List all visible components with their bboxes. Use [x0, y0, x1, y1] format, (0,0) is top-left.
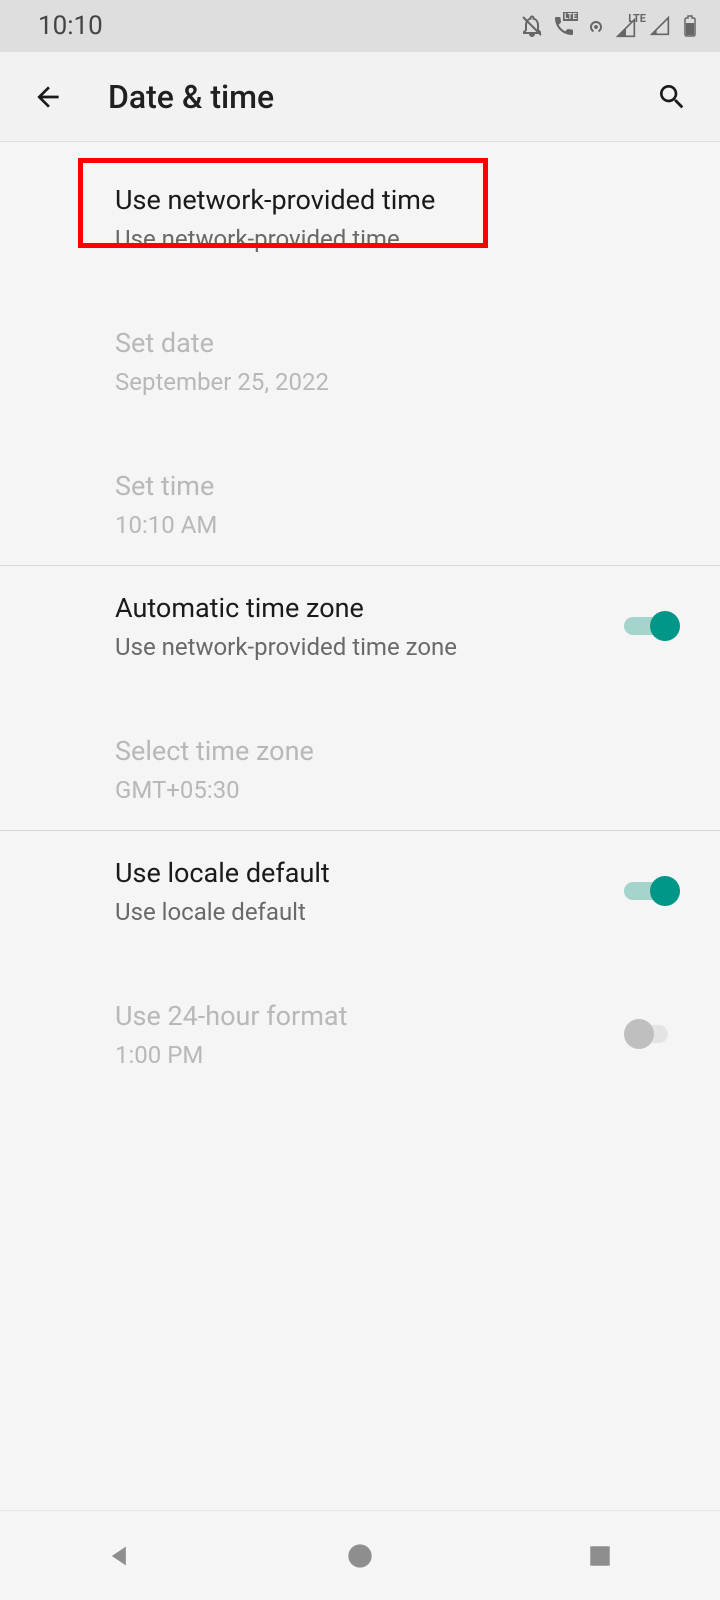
app-bar: Date & time: [0, 52, 720, 142]
toggle-auto-timezone[interactable]: [624, 610, 680, 642]
setting-select-timezone: Select time zone GMT+05:30: [0, 709, 720, 830]
setting-set-date: Set date September 25, 2022: [0, 301, 720, 422]
toggle-24hour: [624, 1018, 680, 1050]
setting-title: Automatic time zone: [115, 590, 624, 628]
setting-sub: September 25, 2022: [115, 367, 720, 398]
toggle-locale-default[interactable]: [624, 875, 680, 907]
search-button[interactable]: [652, 77, 692, 117]
dnd-off-icon: [520, 14, 544, 38]
hotspot-icon: [584, 14, 608, 38]
setting-title: Select time zone: [115, 733, 720, 771]
setting-sub: Use network-provided time: [115, 224, 720, 255]
phone-lte-icon: LTE: [552, 14, 576, 38]
signal-2-icon: [650, 16, 670, 36]
setting-title: Set time: [115, 468, 720, 506]
setting-sub: 1:00 PM: [115, 1040, 624, 1071]
setting-title: Set date: [115, 325, 720, 363]
setting-set-time: Set time 10:10 AM: [0, 444, 720, 565]
status-time: 10:10: [38, 11, 103, 41]
setting-sub: GMT+05:30: [115, 775, 720, 806]
triangle-back-icon: [106, 1542, 134, 1570]
nav-home-button[interactable]: [310, 1531, 410, 1581]
settings-list: Use network-provided time Use network-pr…: [0, 142, 720, 1095]
setting-title: Use locale default: [115, 855, 624, 893]
circle-home-icon: [346, 1542, 374, 1570]
nav-back-button[interactable]: [70, 1531, 170, 1581]
battery-icon: [678, 14, 702, 38]
setting-title: Use network-provided time: [115, 182, 720, 220]
setting-sub: Use network-provided time zone: [115, 632, 624, 663]
back-button[interactable]: [28, 77, 68, 117]
setting-sub: 10:10 AM: [115, 510, 720, 541]
status-icons: LTE LTE: [520, 14, 702, 38]
setting-network-time[interactable]: Use network-provided time Use network-pr…: [0, 158, 720, 279]
navigation-bar: [0, 1510, 720, 1600]
signal-1-icon: LTE: [616, 14, 642, 38]
search-icon: [656, 81, 688, 113]
square-recent-icon: [587, 1543, 613, 1569]
setting-title: Use 24-hour format: [115, 998, 624, 1036]
page-title: Date & time: [108, 78, 612, 116]
setting-24hour: Use 24-hour format 1:00 PM: [0, 974, 720, 1095]
setting-auto-timezone[interactable]: Automatic time zone Use network-provided…: [0, 566, 720, 687]
arrow-back-icon: [32, 81, 64, 113]
status-bar: 10:10 LTE LTE: [0, 0, 720, 52]
setting-sub: Use locale default: [115, 897, 624, 928]
nav-recent-button[interactable]: [550, 1531, 650, 1581]
setting-locale-default[interactable]: Use locale default Use locale default: [0, 831, 720, 952]
